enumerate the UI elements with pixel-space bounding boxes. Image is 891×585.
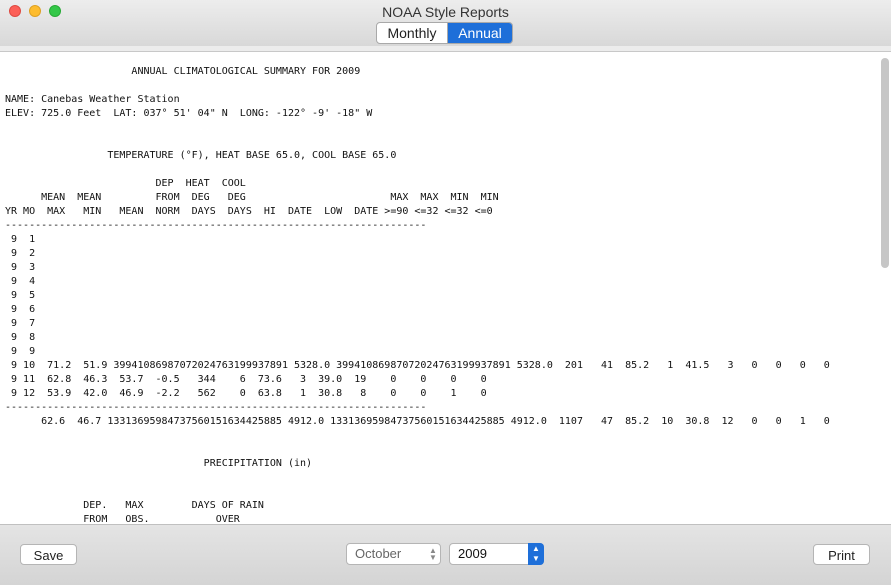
updown-arrows-icon: ▲ ▼ bbox=[528, 543, 544, 565]
vertical-scrollbar[interactable] bbox=[881, 58, 889, 268]
year-select-value: 2009 bbox=[458, 546, 487, 561]
tab-annual[interactable]: Annual bbox=[448, 23, 512, 43]
title-bar: NOAA Style Reports Monthly Annual bbox=[0, 0, 891, 46]
month-select[interactable]: October ▲ ▼ bbox=[346, 543, 441, 565]
save-button[interactable]: Save bbox=[20, 544, 77, 565]
report-text: ANNUAL CLIMATOLOGICAL SUMMARY FOR 2009 N… bbox=[5, 66, 830, 525]
updown-arrows-icon: ▲ ▼ bbox=[429, 546, 437, 562]
month-select-value: October bbox=[355, 546, 402, 561]
report-type-segmented-control: Monthly Annual bbox=[376, 22, 513, 44]
year-select[interactable]: 2009 ▲ ▼ bbox=[449, 543, 544, 565]
tab-monthly[interactable]: Monthly bbox=[377, 23, 448, 43]
print-button[interactable]: Print bbox=[813, 544, 870, 565]
window-title: NOAA Style Reports bbox=[382, 4, 509, 20]
bottom-toolbar: Save October ▲ ▼ 2009 ▲ ▼ Print bbox=[0, 525, 891, 585]
report-view[interactable]: ANNUAL CLIMATOLOGICAL SUMMARY FOR 2009 N… bbox=[0, 51, 891, 525]
